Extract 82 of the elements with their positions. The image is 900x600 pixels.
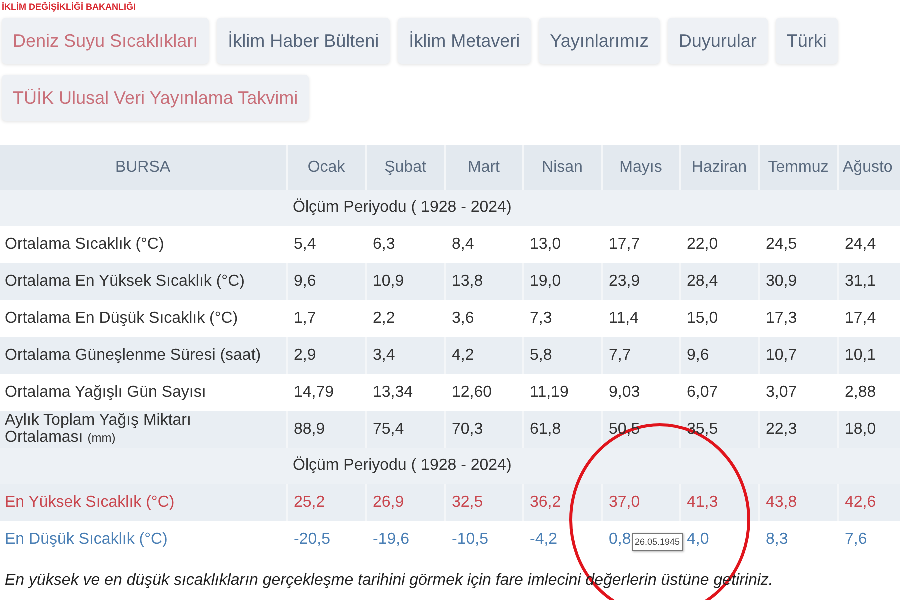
table-cell: 7,3: [523, 300, 602, 337]
tooltip: 26.05.1945: [632, 533, 684, 551]
table-cell: 3,07: [759, 374, 838, 411]
table-cell: 6,3: [366, 226, 445, 263]
table-cell: 35,5: [680, 411, 759, 448]
table-cell: 22,0: [680, 226, 759, 263]
row-label: En Yüksek Sıcaklık (°C): [0, 484, 287, 521]
table-cell: 18,0: [838, 411, 900, 448]
table-cell: 3,6: [445, 300, 523, 337]
period-cell: Ölçüm Periyodu ( 1928 - 2024): [287, 190, 900, 226]
row-label: Aylık Toplam Yağış Miktarı Ortalaması (mm): [0, 411, 287, 448]
table-cell: 11,4: [602, 300, 680, 337]
column-header: Mart: [445, 145, 523, 190]
table-cell: 2,2: [366, 300, 445, 337]
table-cell: 26,9: [366, 484, 445, 521]
table-cell: 1,7: [287, 300, 366, 337]
column-header: Temmuz: [759, 145, 838, 190]
table-cell: 36,2: [523, 484, 602, 521]
table-cell: 24,5: [759, 226, 838, 263]
column-header: Şubat: [366, 145, 445, 190]
nav-tab[interactable]: TÜİK Ulusal Veri Yayınlama Takvimi: [2, 75, 310, 121]
nav-tab[interactable]: Duyurular: [668, 18, 768, 64]
table-cell: 11,19: [523, 374, 602, 411]
table-cell: 3,4: [366, 337, 445, 374]
table-cell: 70,3: [445, 411, 523, 448]
period-cell: Ölçüm Periyodu ( 1928 - 2024): [287, 448, 900, 484]
table-cell: 30,9: [759, 263, 838, 300]
table-cell: 4,2: [445, 337, 523, 374]
table-cell: 31,1: [838, 263, 900, 300]
table-cell: 17,3: [759, 300, 838, 337]
table-cell: 7,7: [602, 337, 680, 374]
nav-tab[interactable]: İklim Haber Bülteni: [217, 18, 390, 64]
row-label: Ortalama Yağışlı Gün Sayısı: [0, 374, 287, 411]
nav-tab[interactable]: Türki: [776, 18, 838, 64]
table-cell: 37,0: [602, 484, 680, 521]
nav-tab[interactable]: Yayınlarımız: [539, 18, 660, 64]
table-cell: 13,34: [366, 374, 445, 411]
table-cell: 42,6: [838, 484, 900, 521]
table-cell: 13,8: [445, 263, 523, 300]
table-cell: 2,88: [838, 374, 900, 411]
column-header: Haziran: [680, 145, 759, 190]
table-cell: 9,6: [287, 263, 366, 300]
table-cell: 88,9: [287, 411, 366, 448]
table-cell: 10,1: [838, 337, 900, 374]
table-cell: 10,7: [759, 337, 838, 374]
table-cell: 5,8: [523, 337, 602, 374]
row-label: Ortalama Sıcaklık (°C): [0, 226, 287, 263]
nav-tab[interactable]: Deniz Suyu Sıcaklıkları: [2, 18, 210, 64]
row-label: Ortalama Güneşlenme Süresi (saat): [0, 337, 287, 374]
table-cell: 15,0: [680, 300, 759, 337]
table-cell: 9,03: [602, 374, 680, 411]
table-cell: 10,9: [366, 263, 445, 300]
column-header: Mayıs: [602, 145, 680, 190]
table-cell: 9,6: [680, 337, 759, 374]
table-cell: 17,4: [838, 300, 900, 337]
table-cell: 61,8: [523, 411, 602, 448]
table-cell: 19,0: [523, 263, 602, 300]
table-cell: 24,4: [838, 226, 900, 263]
table-cell: 5,4: [287, 226, 366, 263]
row-label: Ortalama En Yüksek Sıcaklık (°C): [0, 263, 287, 300]
ministry-title: İKLİM DEĞİŞİKLİĞİ BAKANLIĞI: [2, 2, 136, 13]
table-cell: 17,7: [602, 226, 680, 263]
table-cell: 25,2: [287, 484, 366, 521]
nav-tab[interactable]: İklim Metaveri: [398, 18, 532, 64]
table-cell: 75,4: [366, 411, 445, 448]
table-cell: 22,3: [759, 411, 838, 448]
table-cell: 12,60: [445, 374, 523, 411]
column-header: Nisan: [523, 145, 602, 190]
table-cell: 14,79: [287, 374, 366, 411]
table-cell: 13,0: [523, 226, 602, 263]
table-cell: 8,4: [445, 226, 523, 263]
table-cell: 2,9: [287, 337, 366, 374]
column-header: Ağusto: [838, 145, 900, 190]
table-cell: 6,07: [680, 374, 759, 411]
column-header: Ocak: [287, 145, 366, 190]
table-cell: 32,5: [445, 484, 523, 521]
table-cell: 23,9: [602, 263, 680, 300]
column-header: BURSA: [0, 145, 287, 190]
table-cell: 43,8: [759, 484, 838, 521]
table-cell: 41,3: [680, 484, 759, 521]
table-cell: 28,4: [680, 263, 759, 300]
row-label: Ortalama En Düşük Sıcaklık (°C): [0, 300, 287, 337]
